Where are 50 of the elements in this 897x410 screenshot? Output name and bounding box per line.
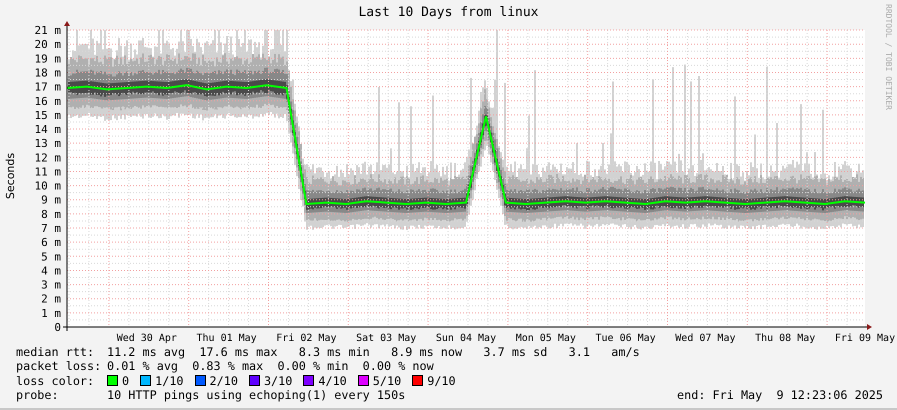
legend-label: median rtt:: [16, 345, 96, 360]
legend-text: 1/10: [155, 374, 184, 388]
axis-label: Wed 07 May: [675, 333, 736, 344]
axis-label: 3 m: [41, 278, 61, 292]
axis-label: 11 m: [34, 165, 61, 178]
legend-text: 9/10: [427, 374, 456, 388]
axis-label: 17 m: [34, 80, 61, 94]
axis-label: 16 m: [34, 94, 61, 108]
legend-text: 11.2 ms avg 17.6 ms max 8.3 ms min 8.9 ms now 3.7 ms sd 3.1 am/s: [107, 345, 641, 360]
axis-label: Sat 03 May: [356, 333, 416, 344]
axis-label: 1 m: [41, 306, 61, 320]
axis-label: Thu 01 May: [196, 333, 257, 344]
axis-label: 19 m: [34, 52, 61, 66]
axis-title: Seconds: [4, 152, 17, 200]
legend-text: 3/10: [264, 374, 292, 388]
axis-label: 8 m: [41, 208, 61, 221]
axis-label: 9 m: [41, 194, 61, 207]
axis-label: Wed 30 Apr: [116, 333, 177, 344]
axis-label: Fri 02 May: [276, 333, 336, 344]
axis-label: Tue 06 May: [596, 333, 656, 344]
chart-title: Last 10 Days from linux: [358, 5, 538, 20]
legend-label: probe:: [16, 388, 60, 402]
axis-label: 15 m: [34, 108, 61, 122]
axis-label: 10 m: [34, 180, 61, 193]
legend-text: 5/10: [372, 374, 402, 388]
legend-label: packet loss:: [16, 359, 102, 374]
axis-label: 4 m: [41, 264, 61, 278]
axis-label: 0: [54, 321, 61, 334]
axis-label: Fri 09 May: [834, 333, 896, 344]
axis-label: 14 m: [34, 123, 61, 136]
axis-label: Sun 04 May: [436, 333, 496, 344]
axis-label: 18 m: [34, 66, 61, 80]
axis-label: 20 m: [34, 38, 61, 52]
credit-text: RRDTOOL / TOBI OETIKER: [884, 4, 893, 110]
legend-label: loss color:: [16, 374, 96, 388]
axis-label: Thu 08 May: [755, 333, 816, 344]
axis-label: 7 m: [41, 222, 61, 236]
legend-text: 10 HTTP pings using echoping(1) every 150s: [107, 388, 406, 402]
axis-label: 6 m: [41, 236, 61, 250]
axis-label: Mon 05 May: [516, 333, 576, 344]
axis-label: 21 m: [34, 24, 61, 38]
legend-text: 2/10: [210, 374, 238, 388]
legend-text: 4/10: [318, 374, 347, 388]
legend-text: 0.01 % avg 0.83 % max 0.00 % min 0.00 % now: [107, 359, 435, 374]
end-time: end: Fri May 9 12:23:06 2025: [677, 388, 883, 402]
axis-label: 5 m: [41, 250, 61, 264]
axis-label: 12 m: [34, 151, 61, 164]
legend-text: 0: [122, 374, 130, 388]
axis-label: 2 m: [41, 292, 61, 306]
axis-label: 13 m: [34, 137, 61, 150]
